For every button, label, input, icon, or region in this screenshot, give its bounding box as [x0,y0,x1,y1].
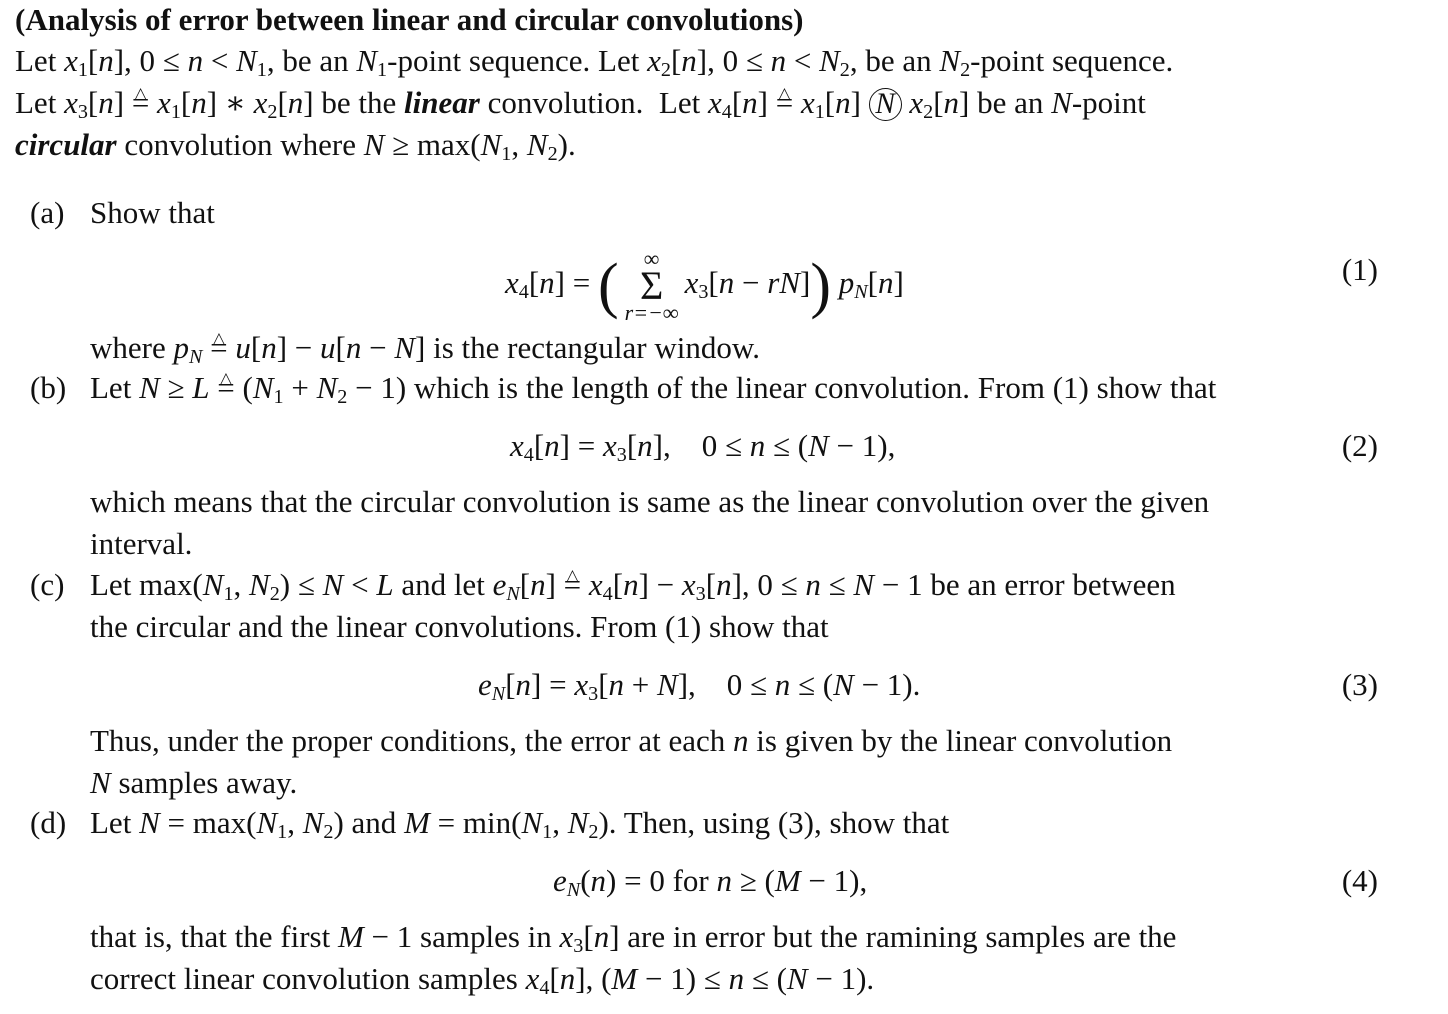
part-c-label: (c) [30,567,65,602]
equation-number-1: (1) [1341,252,1378,287]
part-a-after: where pN △ = u[n] − u[n − N] is the recta… [90,330,760,369]
emphasis-circular: circular [15,127,117,162]
intro-line-1: Let x1[n], 0 ≤ n < N1, be an N1-point se… [15,43,1174,82]
part-c-text-line-1: Let max(N1, N2) ≤ N < L and let eN[n] △ =… [90,567,1176,606]
part-a-text: Show that [90,195,215,230]
part-a-label: (a) [30,195,65,230]
emphasis-linear: linear [404,85,480,120]
intro-line-3: circular convolution where N ≥ max(N1, N… [15,127,576,166]
equation-number-4: (4) [1341,863,1378,898]
intro-line-2: Let x3[n] △ = x1[n] ∗ x2[n] be the linear… [15,85,1146,124]
equation-number-2: (2) [1341,428,1378,463]
part-b-label: (b) [30,370,67,405]
summation: ∞ Σr=−∞ [624,246,679,325]
part-c-text-line-2: the circular and the linear convolutions… [90,609,829,644]
equation-number-3: (3) [1341,667,1378,702]
part-d-after-line-2: correct linear convolution samples x4[n]… [90,961,875,1000]
problem-title: (Analysis of error between linear and ci… [15,2,804,37]
equation-4: eN(n) = 0 for n ≥ (M − 1), [553,863,868,902]
part-b-after-line-1: which means that the circular convolutio… [90,484,1210,519]
circular-convolution-operator: N [868,88,902,121]
part-c-after-line-1: Thus, under the proper conditions, the e… [90,723,1173,758]
part-d-text: Let N = max(N1, N2) and M = min(N1, N2).… [90,805,950,844]
part-d-after-line-1: that is, that the first M − 1 samples in… [90,919,1177,958]
part-c-after-line-2: N samples away. [90,765,298,800]
part-b-text: Let N ≥ L △ = (N1 + N2 − 1) which is the … [90,370,1217,409]
part-d-label: (d) [30,805,67,840]
equation-2: x4[n] = x3[n], 0 ≤ n ≤ (N − 1), [510,428,896,467]
equation-3: eN[n] = x3[n + N], 0 ≤ n ≤ (N − 1). [478,667,921,706]
equation-1: x4[n] = (∞ Σr=−∞ x3[n − rN]) pN[n] [505,246,904,325]
part-b-after-line-2: interval. [90,526,193,561]
